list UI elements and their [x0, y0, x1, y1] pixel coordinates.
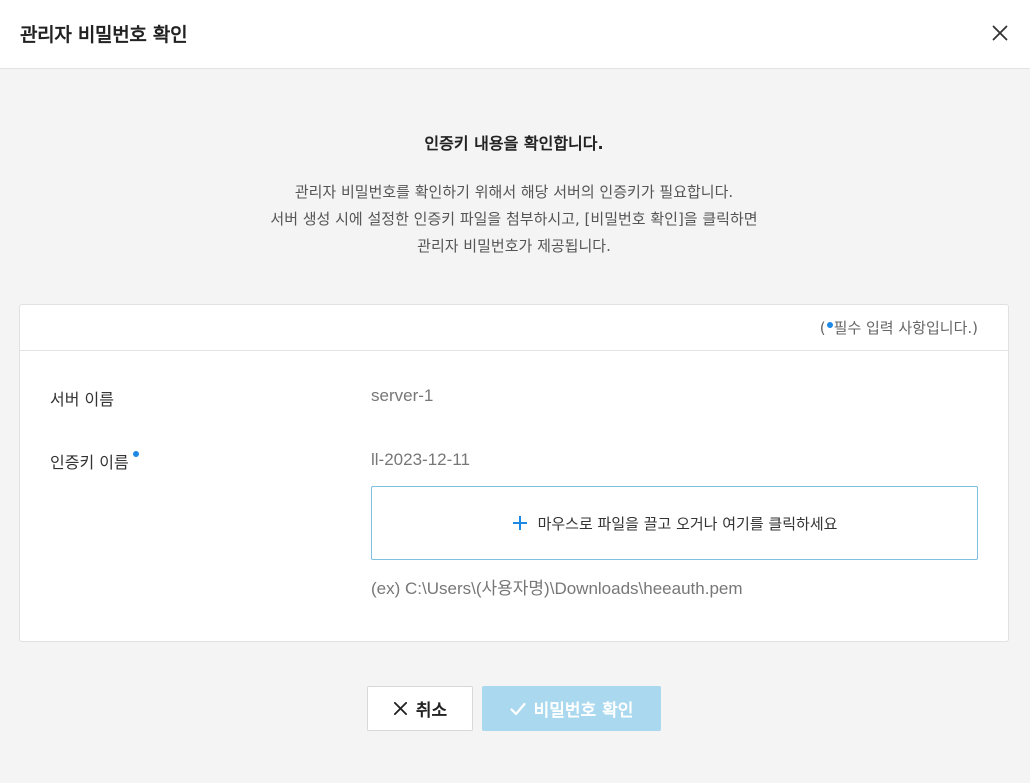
confirm-button-label: 비밀번호 확인 [533, 701, 634, 721]
auth-key-label: 인증키 이름 [50, 449, 140, 473]
close-button[interactable] [986, 19, 1014, 47]
dropzone-text: 마우스로 파일을 끌고 오거나 여기를 클릭하세요 [537, 514, 838, 533]
server-name-label: 서버 이름 [50, 390, 114, 409]
file-path-hint: (ex) C:\Users\(사용자명)\Downloads\heeauth.p… [371, 579, 743, 598]
server-name-value: server-1 [371, 386, 434, 405]
close-icon [992, 25, 1008, 41]
confirm-password-button[interactable]: 비밀번호 확인 [482, 686, 661, 731]
dialog-title: 관리자 비밀번호 확인 [20, 24, 188, 46]
form-panel: ( 필수 입력 사항입니다.) 서버 이름 server-1 인증키 이름 ll-… [19, 304, 1009, 642]
required-note-open: ( [819, 319, 826, 337]
password-confirm-dialog: 관리자 비밀번호 확인 인증키 내용을 확인합니다. 관리자 비밀번호를 확인하… [0, 0, 1030, 783]
auth-key-label-text: 인증키 이름 [50, 453, 129, 472]
required-dot-icon [132, 451, 139, 457]
panel-divider [20, 350, 1008, 351]
close-icon [393, 701, 408, 716]
required-note: ( 필수 입력 사항입니다.) [820, 317, 978, 338]
intro-description: 관리자 비밀번호를 확인하기 위해서 해당 서버의 인증키가 필요합니다. 서버… [0, 179, 1028, 260]
cancel-button[interactable]: 취소 [367, 686, 473, 731]
intro-line: 관리자 비밀번호를 확인하기 위해서 해당 서버의 인증키가 필요합니다. [294, 183, 734, 201]
file-dropzone[interactable]: 마우스로 파일을 끌고 오거나 여기를 클릭하세요 [371, 486, 978, 560]
plus-icon [512, 516, 527, 530]
intro-line: 관리자 비밀번호가 제공됩니다. [417, 237, 611, 255]
check-icon [510, 702, 526, 716]
auth-key-value: ll-2023-12-11 [371, 450, 470, 469]
dialog-header: 관리자 비밀번호 확인 [0, 0, 1030, 69]
required-dot-icon [826, 322, 833, 328]
cancel-button-label: 취소 [415, 701, 448, 721]
intro-line: 서버 생성 시에 설정한 인증키 파일을 첨부하시고, [비밀번호 확인]을 클… [270, 210, 758, 228]
intro-title: 인증키 내용을 확인합니다. [424, 134, 604, 153]
required-note-text: 필수 입력 사항입니다.) [833, 319, 978, 337]
